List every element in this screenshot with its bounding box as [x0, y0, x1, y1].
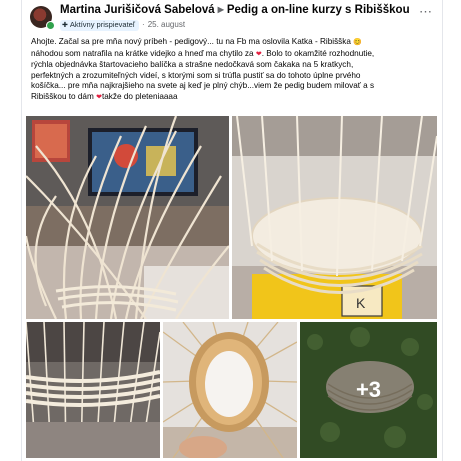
oval-basket-base-photo	[163, 322, 297, 458]
woven-basket-photo: K	[232, 116, 437, 319]
post-text-line: náhodou som natrafila na krátke videjko …	[31, 48, 375, 58]
gallery-photo-3[interactable]	[26, 322, 160, 458]
post-text: Ahojte. Začal sa pre mňa nový príbeh - p…	[31, 37, 436, 103]
basket-weave-closeup-photo	[26, 322, 160, 458]
basket-frame-photo	[26, 116, 229, 319]
gallery-photo-4[interactable]	[163, 322, 297, 458]
group-name-link[interactable]: Pedig a on-line kurzy s Ribišškou	[227, 4, 410, 16]
meta-separator: ·	[142, 20, 145, 29]
arrow-right-icon: ▶	[217, 5, 224, 14]
smiling-face-emoji-icon: 😊	[353, 39, 362, 46]
badge-label: Aktívny prispievateľ	[69, 20, 136, 29]
post-text-line: perfektných a zrozumiteľných videí, s kt…	[31, 70, 361, 80]
post-card: Martina Jurišičová Sabelová ▶ Pedig a on-l…	[21, 0, 443, 461]
post-text-line: Ribišškou to dám ❤takže do pleteniaaaa	[31, 91, 178, 101]
author-name-link[interactable]: Martina Jurišičová Sabelová	[60, 4, 215, 16]
post-text-line: košíčka... pre mňa najkrajšieho na svete…	[31, 81, 375, 90]
svg-text:K: K	[356, 295, 366, 311]
gallery-photo-5[interactable]: +3	[300, 322, 437, 458]
post-text-line: Ahojte. Začal sa pre mňa nový príbeh - p…	[31, 37, 362, 46]
photo-gallery: K +3	[26, 116, 437, 458]
gallery-photo-1[interactable]	[26, 116, 229, 319]
post-date-link[interactable]: 25. august	[148, 20, 185, 29]
post-text-line: rýchla objednávka štartovacieho balíčka …	[31, 60, 354, 69]
more-options-icon[interactable]: ⋯	[419, 4, 433, 20]
badge-icon: ✚	[62, 22, 68, 29]
contributor-badge[interactable]: ✚ Aktívny prispievateľ	[60, 20, 140, 31]
gallery-photo-2[interactable]: K	[232, 116, 437, 319]
post-title-line: Martina Jurišičová Sabelová ▶ Pedig a on-l…	[60, 4, 410, 16]
post-header: Martina Jurišičová Sabelová ▶ Pedig a on-l…	[30, 4, 435, 34]
post-meta: ✚ Aktívny prispievateľ · 25. august	[60, 20, 185, 31]
online-status-dot	[46, 21, 55, 30]
more-photos-overlay[interactable]: +3	[300, 322, 437, 458]
